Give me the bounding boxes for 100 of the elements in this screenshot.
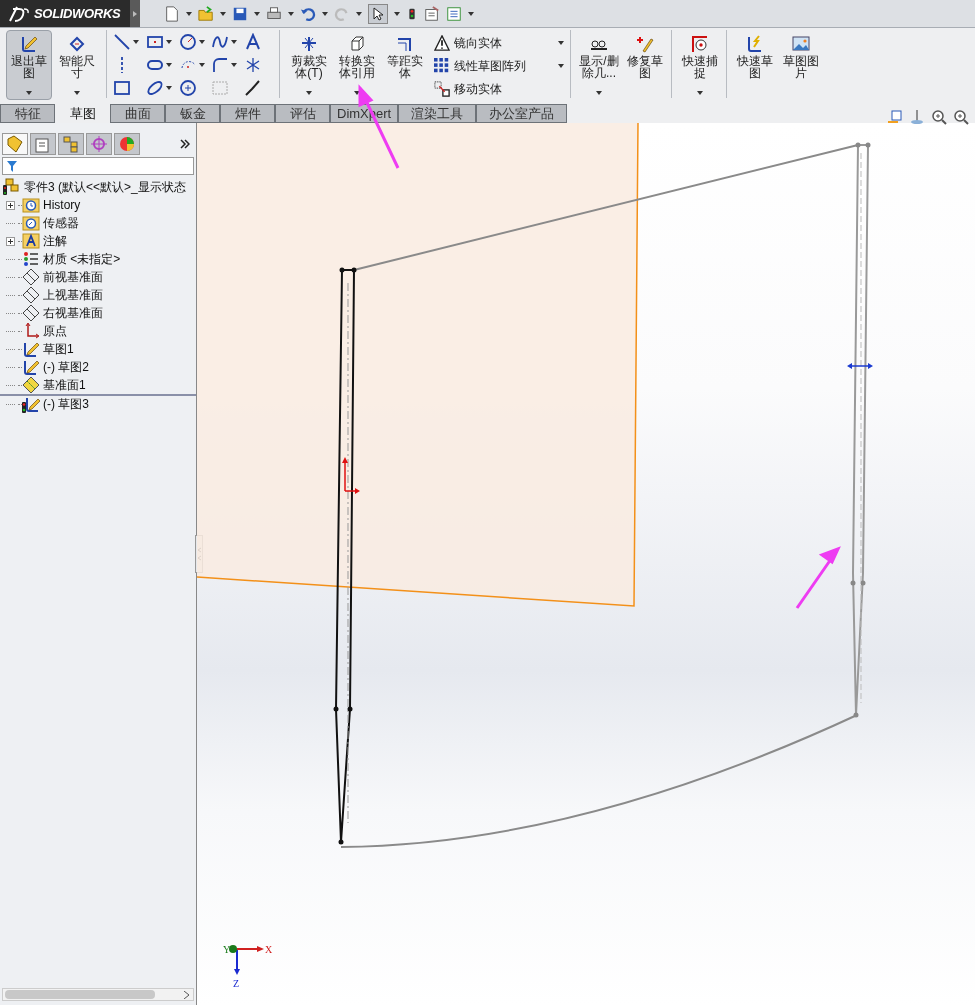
caret-icon[interactable] bbox=[165, 85, 172, 90]
orient-icon[interactable] bbox=[909, 109, 925, 125]
tree-item-label[interactable]: 注解 bbox=[43, 232, 67, 250]
material-list-icon bbox=[22, 250, 40, 268]
tree-item-label[interactable]: 原点 bbox=[43, 322, 67, 340]
ds-logo-icon bbox=[8, 4, 30, 23]
move-icon bbox=[434, 81, 450, 97]
plane-icon bbox=[22, 286, 40, 304]
text-tool-icon[interactable] bbox=[244, 32, 263, 51]
sketch-pencil-icon bbox=[22, 395, 40, 413]
caret-icon[interactable] bbox=[133, 39, 139, 44]
caret-icon[interactable] bbox=[354, 91, 360, 95]
ribbon-button[interactable]: 快速草图 bbox=[733, 30, 777, 100]
ribbon-button[interactable]: 快速捕捉 bbox=[678, 30, 722, 100]
ribbon-button[interactable]: 剪裁实体(T) bbox=[286, 30, 332, 100]
caret-icon[interactable] bbox=[186, 11, 192, 16]
command-tab[interactable]: 特征 bbox=[0, 104, 55, 123]
sketch-pencil-icon bbox=[22, 340, 40, 358]
ribbon-button[interactable]: 智能尺寸 bbox=[54, 30, 100, 100]
caret-icon[interactable] bbox=[394, 11, 400, 16]
tree-item-label[interactable]: (-) 草图3 bbox=[43, 395, 89, 413]
command-tab[interactable]: 渲染工具 bbox=[398, 104, 477, 123]
tree-item-label[interactable]: History bbox=[43, 196, 81, 214]
axis-label: Z bbox=[233, 978, 240, 989]
sketch-pencil-icon bbox=[20, 35, 38, 53]
feature-tree-tab[interactable] bbox=[2, 133, 28, 155]
ribbon-button[interactable]: 修复草图 bbox=[623, 30, 667, 100]
picture-icon bbox=[792, 35, 810, 53]
ribbon-menu-item[interactable]: 镜向实体 bbox=[454, 34, 554, 52]
tree-item-label[interactable]: (-) 草图2 bbox=[43, 358, 89, 376]
expand-plus-icon[interactable] bbox=[6, 236, 15, 246]
caret-icon[interactable] bbox=[165, 39, 172, 44]
fillet-tool-icon[interactable] bbox=[211, 55, 230, 74]
zoom-in-icon[interactable] bbox=[953, 109, 969, 125]
circle-tool-icon[interactable] bbox=[178, 32, 197, 51]
caret-icon[interactable] bbox=[74, 91, 80, 95]
sketch-origin-marker bbox=[342, 457, 360, 494]
configuration-tab[interactable] bbox=[58, 133, 84, 155]
caret-icon[interactable] bbox=[288, 11, 294, 16]
expand-arrow-icon[interactable] bbox=[133, 10, 137, 17]
ellipse-tool-icon[interactable] bbox=[145, 78, 164, 97]
expand-plus-icon[interactable] bbox=[6, 200, 15, 210]
caret-icon[interactable] bbox=[356, 11, 362, 16]
line-tool-icon[interactable] bbox=[113, 32, 131, 51]
scrollbar-thumb[interactable] bbox=[5, 990, 155, 999]
gauge-folder-icon bbox=[22, 214, 40, 232]
cube-icon bbox=[348, 35, 366, 53]
tree-item-label[interactable]: 材质 <未指定> bbox=[43, 250, 121, 268]
command-tab[interactable]: 曲面 bbox=[110, 104, 165, 123]
caret-icon[interactable] bbox=[26, 91, 32, 95]
caret-icon[interactable] bbox=[596, 91, 602, 95]
tree-item-label[interactable]: 基准面1 bbox=[43, 376, 86, 394]
caret-icon[interactable] bbox=[558, 41, 564, 45]
command-tab[interactable]: 评估 bbox=[275, 104, 330, 123]
caret-icon[interactable] bbox=[231, 62, 238, 67]
caret-icon[interactable] bbox=[231, 39, 238, 44]
tree-item-label[interactable]: 右视基准面 bbox=[43, 304, 103, 322]
filter-field[interactable] bbox=[2, 157, 194, 175]
ribbon-button[interactable]: 退出草图 bbox=[6, 30, 52, 100]
select-button[interactable] bbox=[368, 3, 388, 24]
caret-icon[interactable] bbox=[165, 62, 172, 67]
pencil-plus-icon bbox=[636, 35, 654, 53]
grid-dots-icon bbox=[434, 58, 450, 74]
caret-icon[interactable] bbox=[558, 64, 564, 68]
tree-item-label[interactable]: 上视基准面 bbox=[43, 286, 103, 304]
caret-icon[interactable] bbox=[254, 11, 260, 16]
command-tab[interactable]: 钣金 bbox=[165, 104, 220, 123]
rectangle-tool-icon[interactable] bbox=[113, 78, 131, 97]
tree-item-label[interactable]: 草图1 bbox=[43, 340, 74, 358]
crosshair-tab[interactable] bbox=[86, 133, 112, 155]
plane-icon bbox=[22, 268, 40, 286]
tree-item-label[interactable]: 传感器 bbox=[43, 214, 79, 232]
caret-icon[interactable] bbox=[322, 11, 328, 16]
cursor-icon bbox=[373, 6, 383, 21]
more-tabs-icon[interactable] bbox=[180, 139, 190, 149]
caret-icon[interactable] bbox=[198, 62, 205, 67]
tree-root-label[interactable]: 零件3 (默认<<默认>_显示状态 bbox=[24, 178, 186, 196]
command-tab[interactable]: 焊件 bbox=[220, 104, 275, 123]
command-tab[interactable]: 办公室产品 bbox=[476, 104, 568, 123]
caret-icon[interactable] bbox=[697, 91, 703, 95]
ribbon-button[interactable]: 显示/删除几... bbox=[577, 30, 621, 100]
ribbon-button[interactable]: 草图图片 bbox=[779, 30, 823, 100]
caret-icon[interactable] bbox=[468, 11, 474, 16]
zoom-area-icon[interactable] bbox=[931, 109, 947, 125]
color-wheel-tab-icon bbox=[118, 135, 136, 153]
tree-item-label[interactable]: 前视基准面 bbox=[43, 268, 103, 286]
caret-icon[interactable] bbox=[220, 11, 226, 16]
caret-icon[interactable] bbox=[306, 91, 312, 95]
ribbon-menu-item[interactable]: 移动实体 bbox=[454, 80, 554, 98]
caret-icon[interactable] bbox=[198, 39, 205, 44]
ribbon-button[interactable]: 等距实体 bbox=[382, 30, 428, 100]
ribbon-menu-item[interactable]: 线性草图阵列 bbox=[454, 57, 554, 75]
split-tool-icon[interactable] bbox=[244, 78, 263, 97]
polygon-tool-icon[interactable] bbox=[178, 78, 197, 97]
configuration-tab-icon bbox=[62, 135, 80, 153]
letter-a-folder-icon bbox=[22, 232, 40, 250]
property-tab[interactable] bbox=[30, 133, 56, 155]
color-wheel-tab[interactable] bbox=[114, 133, 140, 155]
axis-label: X bbox=[265, 944, 273, 955]
scroll-right-icon[interactable] bbox=[184, 990, 189, 999]
